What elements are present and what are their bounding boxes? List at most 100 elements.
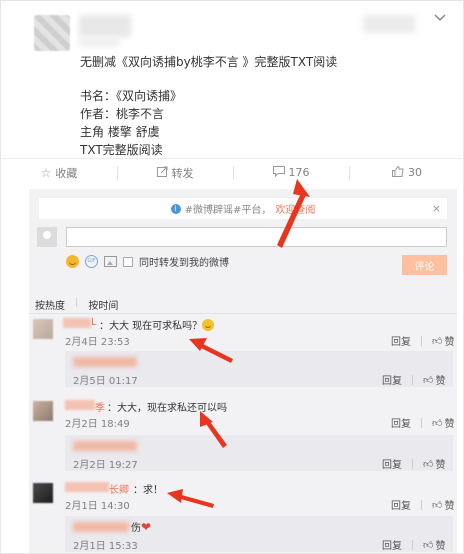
reply-button[interactable]: 回复 [391, 333, 411, 348]
reply-item: 2月2日 19:27 回复 👍︎ 赞 [65, 435, 453, 471]
rumor-notice-bar: i #微博辟谣#平台， 欢迎查阅 × [38, 197, 448, 220]
comment-count: 176 [288, 166, 310, 179]
like-button[interactable]: 👍︎ 赞 [423, 372, 446, 388]
comment-time: 2月4日 23:53 [65, 337, 130, 348]
author-avatar[interactable] [34, 15, 70, 51]
reply-time: 2月5日 01:17 [73, 376, 138, 387]
sort-tabs: 按热度 | 按时间 [35, 297, 118, 312]
thumbs-up-icon: 👍︎ [423, 374, 434, 386]
reply-text: 伤❤ [131, 520, 152, 534]
like-label: 赞 [444, 501, 455, 512]
thumbs-up-icon: 👍︎ [432, 417, 443, 429]
post-line: 书名：《双向诱捕》 [80, 89, 183, 103]
comment-button[interactable]: 176 [233, 159, 349, 186]
like-button[interactable]: 👍︎ 赞 [432, 415, 455, 431]
like-label: 赞 [444, 419, 455, 430]
image-icon[interactable] [104, 256, 117, 267]
post-header: 无删减《双向诱捕by桃李不言 》完整版TXT阅读 书名：《双向诱捕》 作者：桃李… [1, 1, 463, 157]
reply-button[interactable]: 回复 [391, 415, 411, 430]
sync-forward-label: 同时转发到我的微博 [139, 258, 229, 269]
reply-actions: 回复 👍︎ 赞 [382, 537, 445, 552]
comment-time: 2月1日 14:30 [65, 501, 130, 512]
post-line: TXT完整版阅读 [80, 143, 163, 157]
reply-item: 伤❤ 2月1日 15:33 回复 👍︎ 赞 [65, 516, 453, 552]
commenter-name-suffix[interactable]: 季 [95, 399, 105, 414]
commenter-name-blurred[interactable] [63, 318, 91, 328]
reply-item: 2月5日 01:17 回复 👍︎ 赞 [65, 351, 453, 387]
comment-input[interactable] [66, 227, 447, 247]
thumbs-up-icon: 👍︎ [432, 499, 443, 511]
forward-icon [156, 166, 168, 180]
thumbs-up-icon: 👍︎ [423, 458, 434, 470]
comment-actions: 回复 👍︎ 赞 [391, 415, 454, 430]
like-button[interactable]: 👍︎ 赞 [423, 456, 446, 472]
heart-emoji-icon: ❤ [141, 520, 152, 534]
comment-text: ：求！ [133, 485, 163, 496]
reply-name-blurred[interactable] [73, 441, 137, 451]
reply-time: 2月2日 19:27 [73, 460, 138, 471]
reply-actions: 回复 👍︎ 赞 [382, 372, 445, 387]
favorite-label: 收藏 [55, 166, 78, 180]
notice-text: #微博辟谣#平台， [184, 205, 272, 216]
commenter-name-blurred[interactable] [65, 482, 109, 492]
thumbs-up-icon [392, 165, 404, 180]
forward-button[interactable]: 转发 [117, 159, 233, 186]
commenter-name-suffix[interactable]: 长卿 [109, 481, 129, 496]
reply-name-blurred[interactable] [73, 522, 129, 532]
reply-button[interactable]: 回复 [382, 372, 402, 387]
like-label: 赞 [435, 376, 446, 387]
comment-section: i #微博辟谣#平台， 欢迎查阅 × GIF 同时转发到我的微博 评论 按热度 … [29, 189, 457, 553]
comment-text: ：大大，现在求私还可以吗 [107, 403, 227, 414]
author-name-blurred[interactable] [79, 15, 131, 37]
forward-label: 转发 [171, 166, 194, 180]
comment-icon [272, 165, 285, 180]
comment-time: 2月2日 18:49 [65, 419, 130, 430]
sync-forward-checkbox[interactable] [123, 256, 133, 267]
gif-icon[interactable]: GIF [85, 255, 98, 268]
like-label: 赞 [435, 541, 446, 552]
post-line: 主角 楼擎 舒虞 [80, 125, 160, 139]
favorite-button[interactable]: ☆ 收藏 [1, 159, 117, 186]
reply-time: 2月1日 15:33 [73, 541, 138, 552]
like-label: 赞 [444, 337, 455, 348]
post-meta-blurred [79, 37, 119, 47]
star-icon: ☆ [40, 165, 52, 180]
like-count: 30 [408, 166, 422, 179]
commenter-avatar[interactable] [33, 483, 53, 503]
emoji-icon[interactable] [66, 255, 79, 268]
reply-button[interactable]: 回复 [382, 456, 402, 471]
comment-actions: 回复 👍︎ 赞 [391, 333, 454, 348]
like-button[interactable]: 👍︎ 赞 [432, 497, 455, 513]
like-label: 赞 [435, 460, 446, 471]
comment-actions: 回复 👍︎ 赞 [391, 497, 454, 512]
submit-comment-button[interactable]: 评论 [402, 255, 447, 275]
follow-area-blurred[interactable] [363, 15, 415, 33]
post-line: 作者：桃李不言 [80, 107, 165, 121]
reply-actions: 回复 👍︎ 赞 [382, 456, 445, 471]
like-button[interactable]: 👍︎ 赞 [432, 333, 455, 349]
info-icon: i [170, 203, 181, 214]
my-avatar [37, 227, 57, 247]
tab-sort-time[interactable]: 按时间 [88, 297, 118, 312]
commenter-name-suffix[interactable]: L [91, 317, 97, 328]
thumbs-up-icon: 👍︎ [423, 539, 434, 551]
close-icon[interactable]: × [432, 202, 441, 215]
like-button[interactable]: 30 [349, 159, 463, 186]
commenter-name-blurred[interactable] [65, 400, 95, 410]
reply-button[interactable]: 回复 [382, 537, 402, 552]
weibo-post-card: 无删减《双向诱捕by桃李不言 》完整版TXT阅读 书名：《双向诱捕》 作者：桃李… [0, 0, 464, 554]
commenter-avatar[interactable] [33, 401, 53, 421]
comment-text: ：大大 现在可求私吗？ [99, 317, 215, 332]
like-button[interactable]: 👍︎ 赞 [423, 537, 446, 553]
composer-tools: GIF 同时转发到我的微博 [66, 254, 229, 269]
tab-sort-hot[interactable]: 按热度 [35, 297, 65, 312]
post-line: 无删减《双向诱捕by桃李不言 》完整版TXT阅读 [80, 55, 338, 69]
reply-button[interactable]: 回复 [391, 497, 411, 512]
thumbs-up-icon: 👍︎ [432, 335, 443, 347]
post-content: 无删减《双向诱捕by桃李不言 》完整版TXT阅读 书名：《双向诱捕》 作者：桃李… [80, 53, 450, 159]
chevron-down-icon[interactable] [434, 11, 446, 26]
notice-link[interactable]: 欢迎查阅 [275, 201, 315, 216]
reply-name-blurred[interactable] [73, 357, 137, 367]
commenter-avatar[interactable] [33, 319, 53, 339]
tab-divider: | [75, 297, 79, 308]
